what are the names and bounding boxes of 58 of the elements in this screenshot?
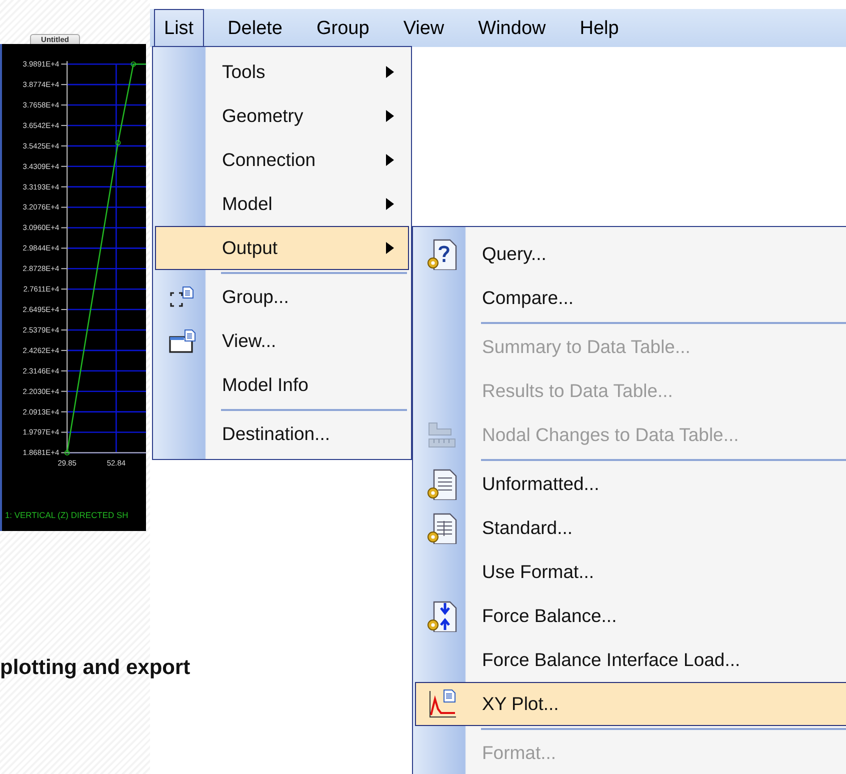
menu-bar-item[interactable]: View xyxy=(393,9,454,47)
menu-bar-item[interactable]: Delete xyxy=(218,9,292,47)
menu-item[interactable]: Geometry xyxy=(155,94,409,138)
menu-item[interactable]: Force Balance Interface Load... xyxy=(415,638,846,682)
menu-item[interactable]: Unformatted... xyxy=(415,462,846,506)
menu-item[interactable]: View... xyxy=(155,319,409,363)
menu-bar-item[interactable]: List xyxy=(154,9,204,47)
menu-item[interactable]: Destination... xyxy=(155,412,409,456)
menu-item[interactable]: Compare... xyxy=(415,276,846,320)
submenu-arrow-icon xyxy=(386,242,394,254)
tick-mark xyxy=(60,145,68,146)
submenu-arrow-icon xyxy=(386,154,394,166)
tick-mark xyxy=(60,268,68,270)
menu-bar-item[interactable]: Group xyxy=(306,9,380,47)
menu-item[interactable]: Model xyxy=(155,182,409,226)
menu-item[interactable]: XY Plot... xyxy=(415,682,846,726)
tick-mark xyxy=(60,411,68,412)
data-point xyxy=(115,140,121,146)
menu-item[interactable]: Output xyxy=(155,226,409,270)
force-arrows-icon xyxy=(426,600,458,632)
submenu-arrow-icon xyxy=(386,198,394,210)
query-document-icon xyxy=(426,238,458,270)
menu-item[interactable]: Connection xyxy=(155,138,409,182)
tick-mark xyxy=(60,104,68,106)
tick-mark xyxy=(60,206,68,208)
tick-mark xyxy=(60,124,68,126)
menu-item[interactable]: Query... xyxy=(415,232,846,276)
menu-item[interactable]: Model Info xyxy=(155,363,409,407)
data-point xyxy=(130,61,136,67)
menu-item[interactable]: Force Balance... xyxy=(415,594,846,638)
menu-item[interactable]: Use Format... xyxy=(415,550,846,594)
document-gear-icon xyxy=(426,468,458,500)
tick-mark xyxy=(60,309,68,310)
dashed-selection-icon xyxy=(169,286,195,308)
menu-item[interactable]: Standard... xyxy=(415,506,846,550)
tick-mark xyxy=(60,186,68,188)
menu-bar-item[interactable]: Window xyxy=(468,9,556,47)
window-document-icon xyxy=(168,329,196,353)
table-document-icon xyxy=(426,512,458,544)
tick-mark xyxy=(60,64,68,65)
legend-label: 1: VERTICAL (Z) DIRECTED SH xyxy=(4,510,128,520)
caption-text: plotting and export xyxy=(0,655,190,681)
tick-mark xyxy=(60,370,68,372)
submenu-arrow-icon xyxy=(386,110,394,122)
tick-mark xyxy=(60,84,68,86)
menu-item[interactable]: Group... xyxy=(155,275,409,319)
submenu-arrow-icon xyxy=(386,66,394,78)
menu-item[interactable]: Tools xyxy=(155,50,409,94)
tick-mark xyxy=(60,288,68,290)
tick-mark xyxy=(60,166,68,167)
tick-mark xyxy=(60,248,68,249)
tick-mark xyxy=(60,227,68,228)
tick-mark xyxy=(60,350,68,351)
menu-bar-item[interactable]: Help xyxy=(570,9,629,47)
data-point xyxy=(64,450,70,456)
tick-mark xyxy=(60,452,68,454)
tick-mark xyxy=(60,432,68,433)
tick-mark xyxy=(60,390,68,392)
